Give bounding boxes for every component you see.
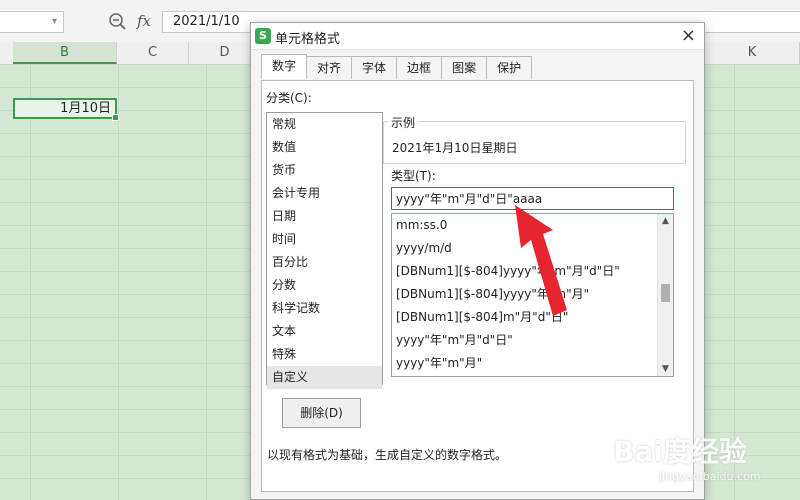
category-label: 分类(C): — [266, 91, 312, 105]
sample-value: 2021年1月10日星期日 — [392, 141, 518, 155]
category-item[interactable]: 货币 — [267, 159, 382, 182]
watermark-logo: Bai度经验 — [613, 435, 747, 468]
tab-font[interactable]: 字体 — [351, 56, 398, 79]
annotation-arrow-icon — [515, 205, 567, 316]
tab-border[interactable]: 边框 — [396, 56, 443, 79]
category-item[interactable]: 科学记数 — [267, 297, 382, 320]
tab-number[interactable]: 数字 — [261, 54, 308, 79]
format-hint-text: 以现有格式为基础，生成自定义的数字格式。 — [267, 448, 508, 462]
scroll-up-icon[interactable]: ▲ — [658, 214, 673, 228]
dialog-title: 单元格格式 — [275, 32, 341, 47]
category-item[interactable]: 分数 — [267, 274, 382, 297]
close-button[interactable]: × — [681, 25, 696, 46]
category-list[interactable]: 常规 数值 货币 会计专用 日期 时间 百分比 分数 科学记数 文本 特殊 自定… — [266, 112, 383, 389]
category-item[interactable]: 特殊 — [267, 343, 382, 366]
type-label: 类型(T): — [391, 169, 436, 183]
name-box[interactable]: ▾ — [0, 11, 64, 33]
selected-cell[interactable]: 1月10日 — [13, 98, 119, 121]
category-item[interactable]: 日期 — [267, 205, 382, 228]
category-item[interactable]: 常规 — [267, 113, 382, 136]
fill-handle[interactable] — [112, 114, 119, 121]
category-item[interactable]: 会计专用 — [267, 182, 382, 205]
chevron-down-icon[interactable]: ▾ — [52, 16, 57, 27]
format-cells-dialog: S 单元格格式 × 数字 对齐 字体 边框 图案 保护 分类(C): 常规 数值… — [250, 22, 705, 500]
category-item[interactable]: 百分比 — [267, 251, 382, 274]
zoom-icon[interactable] — [108, 12, 128, 32]
format-list-item[interactable]: yyyy"年"m"月" — [392, 352, 673, 375]
category-item[interactable]: 文本 — [267, 320, 382, 343]
column-header-b[interactable]: B — [13, 42, 117, 64]
app-logo-icon: S — [255, 28, 271, 44]
watermark-url: jingyan.baidu.com — [659, 470, 761, 483]
scroll-down-icon[interactable]: ▼ — [658, 362, 673, 376]
baidu-watermark: Bai度经验 jingyan.baidu.com — [613, 430, 793, 500]
category-item[interactable]: 时间 — [267, 228, 382, 251]
fx-icon[interactable]: fx — [137, 12, 151, 30]
sample-label: 示例 — [388, 114, 419, 131]
tab-pattern[interactable]: 图案 — [441, 56, 488, 79]
category-item-custom[interactable]: 自定义 — [267, 366, 382, 389]
dialog-tabs: 数字 对齐 字体 边框 图案 保护 — [261, 54, 533, 80]
tab-protection[interactable]: 保护 — [486, 56, 533, 79]
column-header-c[interactable]: C — [117, 42, 189, 64]
selected-cell-value: 1月10日 — [60, 101, 111, 116]
dialog-titlebar[interactable]: S 单元格格式 × — [251, 23, 704, 50]
format-list-scrollbar[interactable]: ▲ ▼ — [657, 214, 673, 376]
category-item[interactable]: 数值 — [267, 136, 382, 159]
scrollbar-thumb[interactable] — [661, 284, 670, 302]
tab-alignment[interactable]: 对齐 — [306, 56, 353, 79]
column-header-k[interactable]: K — [705, 42, 800, 64]
delete-button[interactable]: 删除(D) — [282, 398, 361, 428]
format-list-item[interactable]: yyyy"年"m"月"d"日" — [392, 329, 673, 352]
